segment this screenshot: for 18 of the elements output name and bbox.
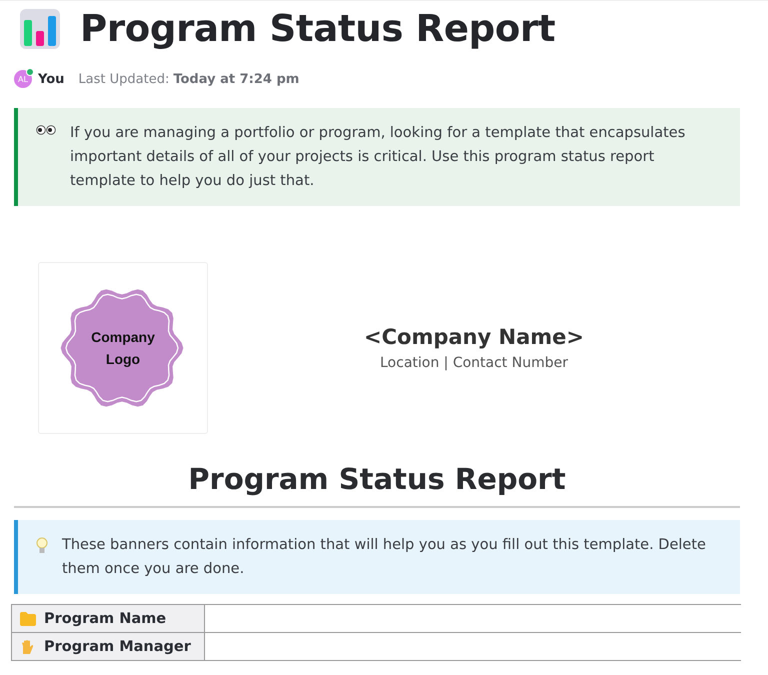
row-label: Program Name: [44, 610, 166, 626]
updated-label: Last Updated:: [78, 72, 170, 86]
lightbulb-icon: [36, 537, 48, 555]
bar-chart-icon: [20, 8, 60, 48]
hand-icon: [20, 640, 36, 654]
callout-text: If you are managing a portfolio or program, looking for a template that encapsulates important details of all of your projects is critical. Use this program status report template to help you do just that.: [70, 124, 686, 191]
user-avatar[interactable]: AL: [14, 70, 32, 88]
logo-text: Company Logo: [90, 328, 156, 369]
company-details: Location | Contact Number: [379, 355, 569, 371]
author-name: You: [38, 72, 64, 86]
eyes-icon: [36, 125, 56, 135]
folder-icon: [20, 612, 36, 626]
report-heading: Program Status Report: [14, 462, 740, 508]
updated-time: Today at 7:24 pm: [173, 72, 300, 86]
row-label: Program Manager: [44, 638, 191, 654]
callout-text: These banners contain information that will help you as you fill out this template. Delete them once you are done.: [62, 536, 707, 579]
company-name: <Company Name>: [363, 325, 585, 349]
page-title: Program Status Report: [80, 7, 556, 50]
